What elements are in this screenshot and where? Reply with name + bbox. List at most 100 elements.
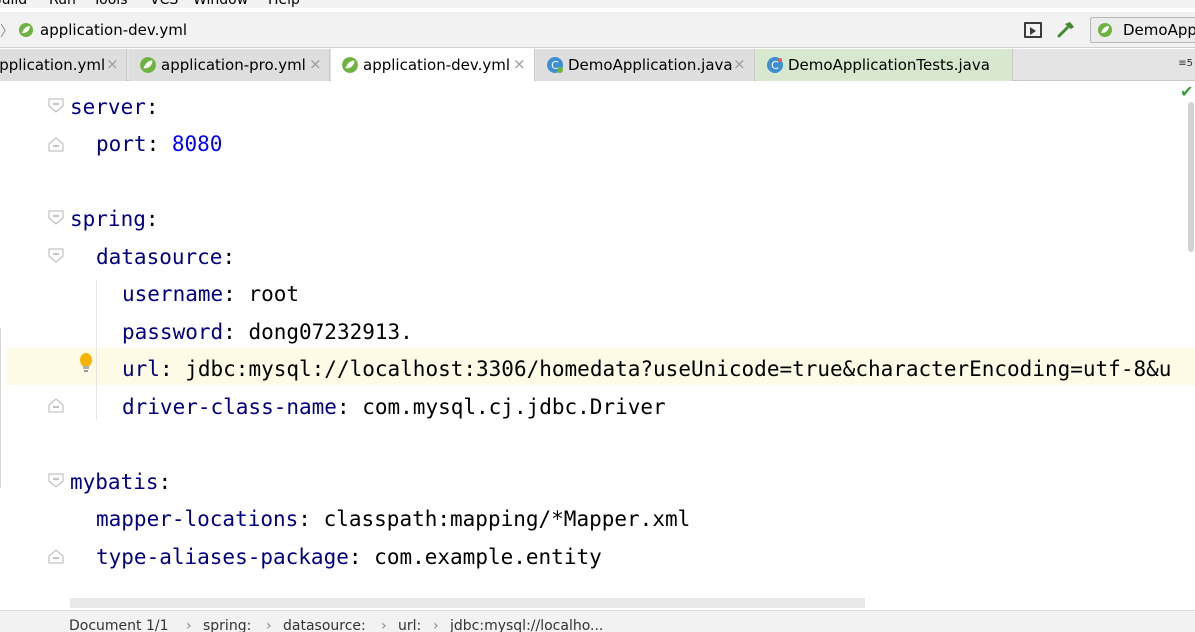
- yaml-value: jdbc:mysql://localhost:3306/homedata?use…: [185, 357, 1172, 381]
- document-indicator[interactable]: Document 1/1: [69, 618, 169, 632]
- menu-run[interactable]: Run: [49, 0, 76, 8]
- tab-application-yml[interactable]: application.yml ×: [0, 49, 127, 81]
- tab-demoapplication-java[interactable]: C DemoApplication.java ×: [536, 49, 755, 81]
- breadcrumb-item[interactable]: jdbc:mysql://localho...: [450, 618, 603, 632]
- code-line-current: url: jdbc:mysql://localhost:3306/homedat…: [122, 356, 1171, 382]
- yaml-key: driver-class-name: [122, 395, 337, 419]
- code-line: mapper-locations: classpath:mapping/*Map…: [96, 506, 690, 532]
- fold-end-icon[interactable]: [46, 134, 66, 154]
- tab-label: application-pro.yml: [161, 56, 306, 74]
- nav-file-name[interactable]: application-dev.yml: [40, 21, 187, 39]
- hammer-icon[interactable]: [1056, 20, 1076, 40]
- yaml-separator: :: [158, 470, 172, 494]
- yaml-separator: :: [348, 545, 375, 569]
- yaml-value: dong07232913.: [248, 320, 413, 344]
- breadcrumb-separator: ›: [381, 618, 387, 632]
- yaml-value: 8080: [171, 132, 223, 156]
- fold-collapse-icon[interactable]: [46, 96, 66, 116]
- gutter-divider: [0, 328, 1, 488]
- yaml-separator: :: [298, 507, 324, 531]
- close-icon[interactable]: ×: [513, 55, 526, 73]
- vertical-scrollbar[interactable]: [1188, 102, 1194, 252]
- yaml-separator: :: [145, 95, 159, 119]
- yaml-value: com.example.entity: [374, 545, 602, 569]
- spring-leaf-icon: [140, 57, 156, 73]
- code-line: port: 8080: [96, 131, 222, 157]
- yaml-key: spring: [70, 207, 146, 231]
- tab-label: application-dev.yml: [363, 56, 511, 74]
- fold-collapse-icon[interactable]: [46, 208, 66, 228]
- code-line: spring:: [70, 206, 159, 232]
- fold-end-icon[interactable]: [46, 546, 66, 566]
- run-window-icon[interactable]: [1024, 22, 1042, 38]
- menu-build[interactable]: Build: [0, 0, 27, 8]
- spring-leaf-icon: [1098, 23, 1112, 37]
- yaml-separator: :: [223, 320, 249, 344]
- menu-vcs[interactable]: VCS: [150, 0, 178, 8]
- menu-bar: Build Run Tools VCS Window Help: [0, 0, 1195, 8]
- yaml-key: type-aliases-package: [96, 545, 349, 569]
- tab-application-pro-yml[interactable]: application-pro.yml ×: [129, 49, 330, 81]
- breadcrumb-separator: ›: [186, 618, 192, 632]
- yaml-separator: :: [223, 282, 249, 306]
- run-config-selector[interactable]: DemoApp: [1090, 17, 1195, 43]
- yaml-key: mapper-locations: [96, 507, 299, 531]
- code-line: datasource:: [96, 244, 235, 270]
- indent-guide: [96, 280, 97, 420]
- yaml-key: datasource: [96, 245, 223, 269]
- yaml-key: mybatis: [70, 470, 159, 494]
- horizontal-scrollbar[interactable]: [70, 598, 865, 608]
- editor-tab-bar: application.yml × application-pro.yml × …: [0, 49, 1195, 82]
- menu-help[interactable]: Help: [268, 0, 300, 8]
- breadcrumb: Document 1/1 › spring: › datasource: › u…: [0, 610, 1195, 632]
- yaml-separator: :: [222, 245, 236, 269]
- fold-collapse-icon[interactable]: [46, 471, 66, 491]
- java-class-icon: C: [547, 57, 563, 73]
- tab-application-dev-yml[interactable]: application-dev.yml ×: [331, 49, 535, 82]
- checkmark-icon: ✔: [1180, 82, 1194, 101]
- fold-collapse-icon[interactable]: [46, 246, 66, 266]
- code-line: driver-class-name: com.mysql.cj.jdbc.Dri…: [122, 394, 666, 420]
- close-icon[interactable]: ×: [106, 55, 119, 73]
- breadcrumb-item[interactable]: datasource:: [283, 618, 366, 632]
- yaml-key: password: [122, 320, 224, 344]
- code-line: mybatis:: [70, 469, 171, 495]
- code-line: server:: [70, 94, 159, 120]
- code-editor[interactable]: ✔ server: port: 8080 spring: datasource:…: [0, 82, 1195, 610]
- tab-label: application.yml: [0, 56, 106, 74]
- yaml-separator: :: [336, 395, 363, 419]
- breadcrumb-separator: ›: [433, 618, 439, 632]
- navigation-bar: 〉 application-dev.yml DemoApp: [0, 12, 1195, 48]
- close-icon[interactable]: ×: [309, 55, 322, 73]
- spring-leaf-icon: [19, 23, 33, 37]
- spring-leaf-icon: [342, 57, 358, 73]
- svg-text:C: C: [771, 59, 779, 72]
- lightbulb-icon[interactable]: [78, 352, 94, 374]
- tab-overflow-menu[interactable]: ≡5: [1178, 58, 1193, 69]
- yaml-value: root: [248, 282, 300, 306]
- menu-tools[interactable]: Tools: [93, 0, 128, 8]
- menu-window[interactable]: Window: [193, 0, 248, 8]
- code-line: password: dong07232913.: [122, 319, 413, 345]
- run-config-label: DemoApp: [1123, 21, 1195, 39]
- code-line: username: root: [122, 281, 299, 307]
- code-line: type-aliases-package: com.example.entity: [96, 544, 602, 570]
- yaml-key: server: [70, 95, 146, 119]
- chevron-right-icon: 〉: [0, 24, 14, 40]
- yaml-key: username: [122, 282, 224, 306]
- java-class-icon: C: [767, 57, 783, 73]
- breadcrumb-separator: ›: [266, 618, 272, 632]
- tab-label: DemoApplicationTests.java: [788, 56, 990, 74]
- yaml-value: classpath:mapping/*Mapper.xml: [323, 507, 691, 531]
- yaml-key: port: [96, 132, 147, 156]
- breadcrumb-item[interactable]: spring:: [203, 618, 251, 632]
- yaml-separator: :: [146, 132, 172, 156]
- yaml-key: url: [122, 357, 160, 381]
- tab-label: DemoApplication.java: [568, 56, 733, 74]
- breadcrumb-item[interactable]: url:: [398, 618, 421, 632]
- yaml-separator: :: [145, 207, 159, 231]
- yaml-value: com.mysql.cj.jdbc.Driver: [362, 395, 666, 419]
- close-icon[interactable]: ×: [733, 55, 746, 73]
- fold-end-icon[interactable]: [46, 395, 66, 415]
- tab-demoapplicationtests-java[interactable]: C DemoApplicationTests.java: [756, 49, 1013, 81]
